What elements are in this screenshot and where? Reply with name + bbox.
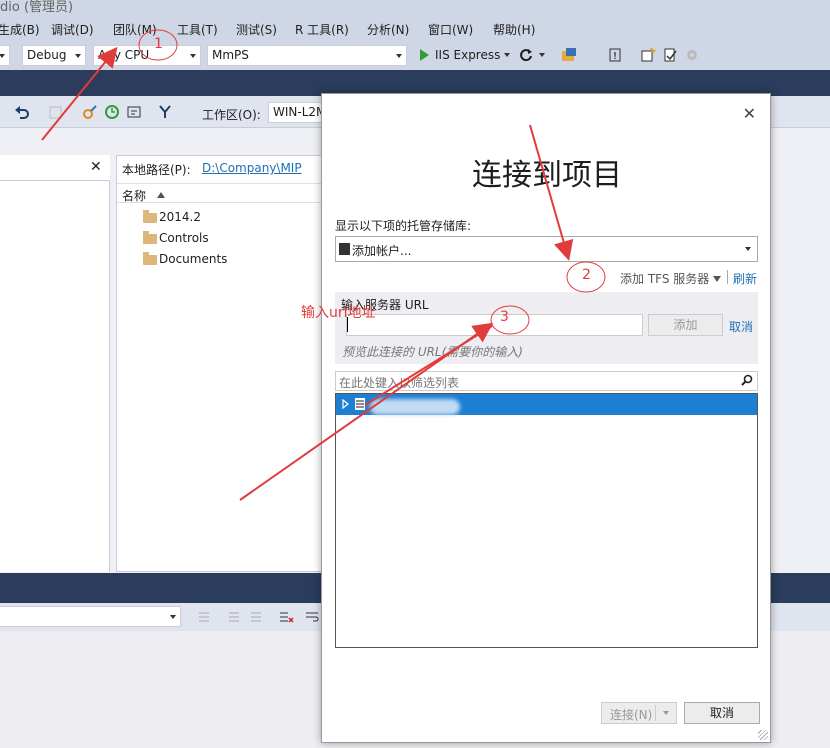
items-list-pane: 本地路径(P): D:\Company\MIP 名称 2014.2 Contro… [116, 155, 326, 572]
list-item[interactable]: 2014.2 [117, 208, 325, 228]
cancel-server-link[interactable]: 取消 [729, 318, 753, 335]
chevron-down-icon [745, 247, 751, 251]
configuration-select[interactable]: Debug [22, 45, 86, 66]
add-server-button[interactable]: 添加 [648, 314, 723, 336]
platform-select[interactable]: Any CPU [93, 45, 201, 66]
account-selector[interactable]: 添加帐户... [335, 236, 758, 262]
folders-pane-header: ✕ [0, 155, 110, 181]
menu-window[interactable]: 窗口(W) [428, 21, 473, 38]
connect-button[interactable]: 连接(N) [601, 702, 677, 724]
chevron-down-icon[interactable] [663, 711, 669, 715]
local-path-label: 本地路径(P): [122, 163, 191, 177]
list-item-label: 2014.2 [159, 210, 201, 224]
local-path-link[interactable]: D:\Company\MIP [202, 161, 302, 175]
folders-tree-pane[interactable] [0, 155, 110, 572]
close-icon[interactable]: ✕ [743, 104, 756, 123]
link-separator [727, 270, 728, 284]
browser-link-icon[interactable] [561, 47, 577, 63]
standard-toolbar: Debug Any CPU MmPS IIS Express ! [0, 42, 830, 70]
folder-icon [143, 252, 157, 265]
chevron-down-icon[interactable] [538, 51, 546, 59]
menu-debug[interactable]: 调试(D) [51, 21, 94, 38]
compare-icon[interactable] [82, 104, 98, 120]
server-url-input[interactable] [346, 314, 643, 336]
menu-test[interactable]: 测试(S) [236, 21, 277, 38]
workspace-select[interactable]: WIN-L2M [268, 102, 328, 123]
refresh-link[interactable]: 刷新 [733, 270, 757, 287]
column-name-label: 名称 [122, 189, 147, 203]
search-icon[interactable] [741, 374, 753, 386]
chevron-down-icon[interactable] [503, 51, 511, 59]
new-item-icon[interactable] [640, 47, 656, 63]
list-item-label: Documents [159, 252, 228, 266]
output-source-select[interactable] [0, 606, 181, 627]
filter-input[interactable]: 在此处键入以筛选列表 [335, 371, 758, 391]
server-icon [355, 398, 365, 410]
cancel-button[interactable]: 取消 [684, 702, 760, 724]
url-preview-hint: 预览此连接的 URL(需要你的输入) [342, 345, 523, 359]
list-item[interactable]: Documents [117, 250, 325, 270]
workspace-label: 工作区(O): [202, 108, 261, 122]
redacted-server-name [370, 399, 460, 415]
folder-icon [143, 231, 157, 244]
connect-button-label: 连接(N) [610, 708, 653, 722]
menu-tools[interactable]: 工具(T) [177, 21, 218, 38]
folder-icon [143, 210, 157, 223]
pending-changes-icon[interactable] [48, 104, 64, 120]
sort-ascending-icon [157, 192, 165, 198]
connect-to-project-dialog: ✕ 连接到项目 显示以下项的托管存储库: 添加帐户... 添加 TFS 服务器 … [321, 93, 771, 743]
close-icon[interactable]: ✕ [90, 159, 102, 175]
menu-help[interactable]: 帮助(H) [493, 21, 535, 38]
server-list[interactable] [335, 393, 758, 648]
account-icon [339, 243, 350, 255]
menu-analyze[interactable]: 分析(N) [367, 21, 409, 38]
history-icon[interactable] [104, 104, 120, 120]
previous-message-icon[interactable] [196, 609, 212, 625]
word-wrap-icon[interactable] [304, 609, 320, 625]
window-title-bar: dio (管理员) [0, 0, 830, 15]
expand-arrow-icon[interactable] [342, 399, 349, 409]
undo-icon[interactable] [14, 104, 30, 120]
list-item[interactable]: Controls [117, 229, 325, 249]
annotation-step-1: 1 [154, 36, 163, 52]
resize-grip[interactable] [758, 730, 768, 740]
annotation-step-2: 2 [582, 267, 591, 283]
branch-icon[interactable] [157, 104, 173, 120]
window-title: dio (管理员) [0, 0, 74, 15]
dialog-title: 连接到项目 [472, 158, 622, 193]
list-item-label: Controls [159, 231, 209, 245]
annotation-step-3: 3 [500, 309, 509, 325]
list-item[interactable] [336, 394, 757, 415]
annotate-icon[interactable] [126, 104, 142, 120]
svg-text:!: ! [613, 51, 617, 62]
startup-project-select[interactable]: MmPS [207, 45, 407, 66]
server-url-panel: 输入服务器 URL 添加 取消 预览此连接的 URL(需要你的输入) [335, 292, 758, 364]
play-icon[interactable] [416, 47, 432, 63]
column-header[interactable]: 名称 [117, 183, 325, 203]
menu-bar: 生成(B) 调试(D) 团队(M) 工具(T) 测试(S) R 工具(R) 分析… [0, 14, 830, 42]
toolbar-combo-partial[interactable] [0, 45, 10, 66]
annotation-note: 输入url地址 [301, 305, 376, 321]
add-tfs-server-link[interactable]: 添加 TFS 服务器 [620, 270, 709, 287]
settings-icon[interactable] [684, 47, 700, 63]
goto-next-icon[interactable] [248, 609, 264, 625]
clear-all-icon[interactable] [278, 609, 294, 625]
check-in-icon[interactable] [662, 47, 678, 63]
account-selector-label: 添加帐户... [352, 244, 412, 258]
refresh-icon[interactable] [518, 47, 534, 63]
menu-team[interactable]: 团队(M) [113, 21, 157, 38]
filter-placeholder: 在此处键入以筛选列表 [339, 376, 460, 390]
goto-previous-icon[interactable] [226, 609, 242, 625]
run-label[interactable]: IIS Express [435, 48, 500, 62]
menu-r-tools[interactable]: R 工具(R) [295, 21, 349, 38]
chevron-down-icon[interactable] [713, 276, 721, 282]
hosted-repos-label: 显示以下项的托管存储库: [335, 219, 472, 233]
menu-build[interactable]: 生成(B) [0, 21, 40, 38]
bookmark-icon[interactable]: ! [607, 47, 623, 63]
